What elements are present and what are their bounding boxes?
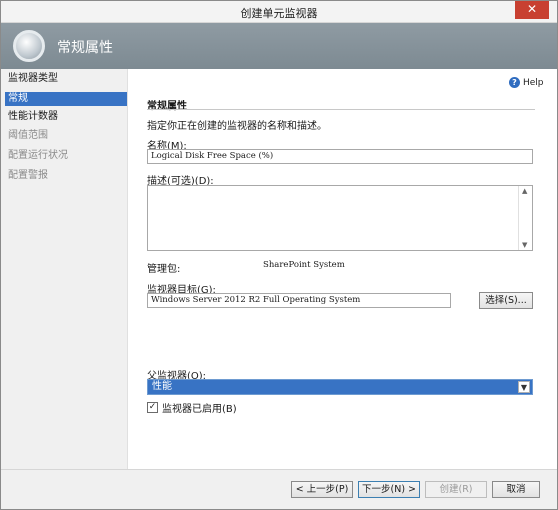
- create-button: 创建(R): [425, 481, 487, 498]
- help-label: Help: [523, 77, 544, 88]
- wizard-nav: 监视器类型 常规 性能计数器 阈值范围 配置运行状况 配置警报: [1, 69, 127, 469]
- page-title: 常规属性: [57, 40, 113, 56]
- monitor-enabled-label: 监视器已启用(B): [162, 404, 237, 415]
- description-scrollbar[interactable]: ▲ ▼: [518, 186, 532, 250]
- nav-item-general[interactable]: 常规: [5, 92, 127, 106]
- monitor-enabled-checkbox[interactable]: ✓: [147, 402, 158, 413]
- previous-button[interactable]: < 上一步(P): [291, 481, 353, 498]
- nav-item-perf-counter[interactable]: 性能计数器: [5, 110, 127, 124]
- name-field[interactable]: Logical Disk Free Space (%): [147, 149, 533, 164]
- monitor-target-field: Windows Server 2012 R2 Full Operating Sy…: [147, 293, 451, 308]
- wizard-window: 创建单元监视器 ✕ 常规属性 监视器类型 常规 性能计数器 阈值范围 配置运行状…: [0, 0, 558, 510]
- window-title: 创建单元监视器: [240, 7, 318, 20]
- description-field[interactable]: ▲ ▼: [147, 185, 533, 251]
- select-target-button[interactable]: 选择(S)...: [479, 292, 533, 309]
- close-button[interactable]: ✕: [515, 1, 549, 19]
- cancel-button[interactable]: 取消: [492, 481, 540, 498]
- monitor-enabled-row[interactable]: ✓ 监视器已启用(B): [147, 400, 237, 415]
- management-pack-value: SharePoint System: [263, 260, 345, 270]
- header-band: 常规属性: [1, 23, 557, 69]
- nav-item-threshold: 阈值范围: [8, 130, 48, 141]
- nav-item-health: 配置运行状况: [8, 150, 68, 161]
- section-description: 指定你正在创建的监视器的名称和描述。: [147, 121, 327, 132]
- scroll-up-icon[interactable]: ▲: [522, 187, 527, 195]
- nav-item-alerts: 配置警报: [8, 170, 48, 181]
- footer-bar: < 上一步(P) 下一步(N) > 创建(R) 取消: [1, 469, 557, 509]
- next-button[interactable]: 下一步(N) >: [358, 481, 420, 498]
- title-bar: 创建单元监视器 ✕: [1, 1, 557, 23]
- section-divider: [147, 109, 535, 110]
- parent-monitor-select[interactable]: 性能 ▼: [147, 379, 533, 395]
- parent-monitor-value: 性能: [152, 381, 172, 392]
- help-link[interactable]: ? Help: [509, 77, 544, 88]
- help-icon: ?: [509, 77, 520, 88]
- scroll-down-icon[interactable]: ▼: [522, 241, 527, 249]
- chevron-down-icon[interactable]: ▼: [518, 381, 530, 393]
- management-pack-label: 管理包:: [147, 264, 181, 275]
- wizard-circle-icon: [13, 30, 45, 62]
- nav-item-monitor-type[interactable]: 监视器类型: [5, 72, 127, 86]
